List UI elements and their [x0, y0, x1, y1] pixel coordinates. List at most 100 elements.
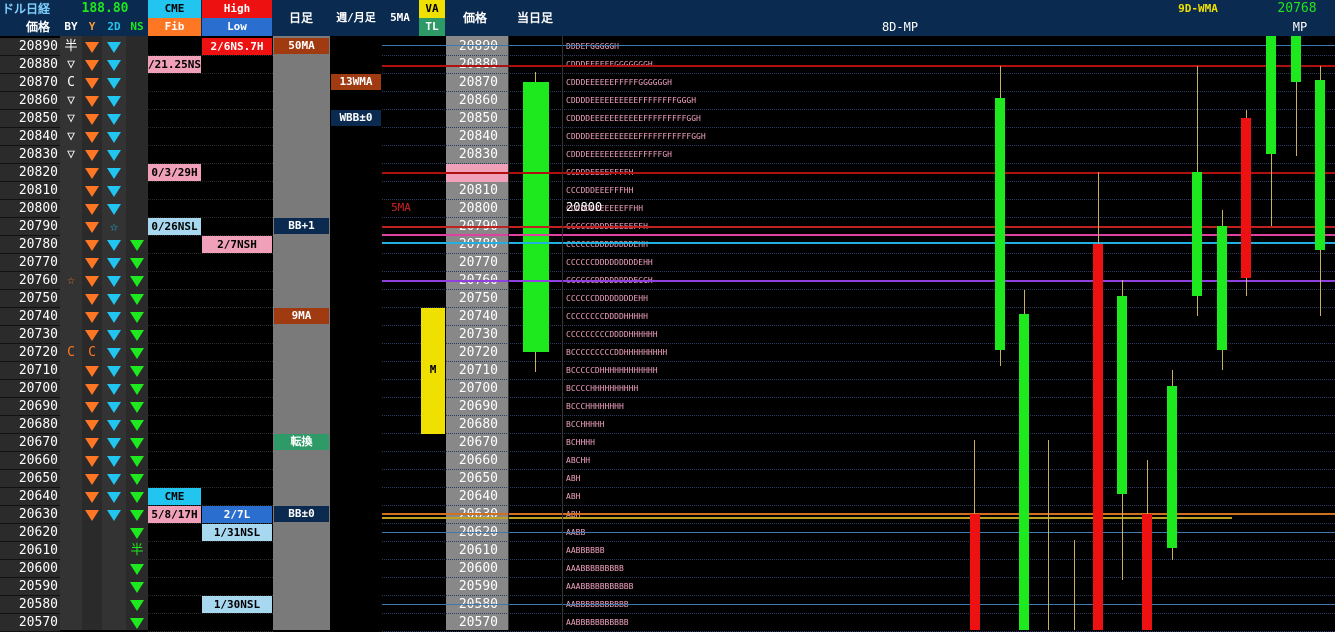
ns-half-mark: 半 [130, 543, 144, 558]
price-label: 20770 [18, 255, 58, 270]
mp-row: AABBBBBB [566, 546, 605, 555]
mp-row: CCCCCCCCDDDDHHHHH [566, 312, 648, 321]
candle-wick [1048, 440, 1049, 630]
row-gridline [148, 145, 273, 146]
ns-triangle-icon [130, 492, 144, 503]
ns-triangle-icon [130, 348, 144, 359]
y-triangle-icon [85, 114, 99, 125]
mp-row: CCCCCCCCCDDDDHHHHHH [566, 330, 658, 339]
y-c-mark: C [88, 345, 96, 360]
row-gridline [148, 415, 273, 416]
2d-triangle-icon [107, 42, 121, 53]
mp-row: ABH [566, 492, 581, 501]
by-mark: ▽ [67, 57, 75, 72]
y-triangle-icon [85, 168, 99, 179]
by-mark: C [67, 345, 75, 360]
price-label: 20850 [18, 111, 58, 126]
y-triangle-icon [85, 78, 99, 89]
mp-row: CCCDDDEEEFFFHH [566, 186, 634, 195]
price2-header: 価格 [462, 11, 487, 25]
2d-triangle-icon [107, 186, 121, 197]
usd-value: 188.80 [81, 1, 129, 16]
ns-triangle-icon [130, 564, 144, 575]
candle-green [1315, 80, 1325, 250]
row-gridline [382, 55, 1335, 56]
2d-triangle-icon [107, 384, 121, 395]
mp-row: BCCHHHHH [566, 420, 605, 429]
y-triangle-icon [85, 222, 99, 233]
price-label: 20630 [18, 507, 58, 522]
today-candle [523, 82, 549, 352]
y-triangle-icon [85, 186, 99, 197]
price2-label: 20800 [458, 201, 498, 216]
2d-triangle-icon [107, 150, 121, 161]
row-gridline [148, 613, 273, 614]
cme-fib-label: 5/8/17H [148, 506, 201, 523]
y-triangle-icon [85, 96, 99, 107]
row-gridline [382, 487, 1335, 488]
price2-label: 20580 [458, 597, 498, 612]
candle-green [995, 98, 1005, 350]
daily-bb1-label: BB+1 [274, 218, 329, 234]
candle-red [970, 514, 980, 630]
price-header: 価格 [25, 20, 50, 34]
row-gridline [382, 505, 1335, 506]
price2-label: 20690 [458, 399, 498, 414]
price-label: 20660 [18, 453, 58, 468]
candle-green [1192, 172, 1202, 296]
price2-label: 20740 [458, 309, 498, 324]
daily-conversion-label: 転換 [274, 434, 329, 450]
price2-label: 20890 [458, 39, 498, 54]
row-gridline [382, 397, 1335, 398]
2d-triangle-icon [107, 96, 121, 107]
ns-triangle-icon [130, 456, 144, 467]
2d-triangle-icon [107, 402, 121, 413]
row-gridline [382, 523, 1335, 524]
price2-label: 20840 [458, 129, 498, 144]
y-triangle-icon [85, 474, 99, 485]
y-triangle-icon [85, 402, 99, 413]
y-triangle-icon [85, 60, 99, 71]
weekly-wbb0-label: WBB±0 [331, 110, 381, 126]
price-label: 20650 [18, 471, 58, 486]
5ma-marker: 5MA [391, 201, 411, 214]
price2-label: 20850 [458, 111, 498, 126]
price2-label: 20710 [458, 363, 498, 378]
2d-header: 2D [107, 20, 121, 33]
2d-triangle-icon [107, 330, 121, 341]
price2-label: 20650 [458, 471, 498, 486]
ns-triangle-icon [130, 294, 144, 305]
price2-label: 20860 [458, 93, 498, 108]
row-gridline [382, 577, 1335, 578]
mp-overlay-value: 20800 [566, 200, 603, 214]
ns-header: NS [130, 20, 144, 33]
y-triangle-icon [85, 438, 99, 449]
price-label: 20750 [18, 291, 58, 306]
y-triangle-icon [85, 42, 99, 53]
va-marker: M [429, 363, 437, 376]
header-bar: ドル日経 188.80 価格 BY Y 2D NS CME Fib High L… [0, 0, 1335, 36]
by-mark: C [67, 75, 75, 90]
row-gridline [148, 289, 273, 290]
price2-label: 20660 [458, 453, 498, 468]
2d-triangle-icon [107, 312, 121, 323]
2d-triangle-icon [107, 168, 121, 179]
price-label: 20840 [18, 129, 58, 144]
weekly-header: 週/月足 [336, 11, 376, 24]
price2-label: 20830 [458, 147, 498, 162]
line-yellow [382, 517, 1232, 519]
price-label: 20890 [18, 39, 58, 54]
price2-label: 20750 [458, 291, 498, 306]
candle-green [1291, 36, 1301, 82]
by-mark: ☆ [67, 273, 75, 288]
price2-label: 20770 [458, 255, 498, 270]
daily-bb0-label: BB±0 [274, 506, 329, 522]
tl-header: TL [419, 18, 445, 36]
row-gridline [148, 559, 273, 560]
cme-header: CME [148, 0, 201, 18]
y-triangle-icon [85, 330, 99, 341]
high-low-label: 1/31NSL [202, 524, 272, 541]
9dwma-header: 9D-WMA [1178, 2, 1218, 15]
y-triangle-icon [85, 258, 99, 269]
candle-wick [1074, 540, 1075, 630]
